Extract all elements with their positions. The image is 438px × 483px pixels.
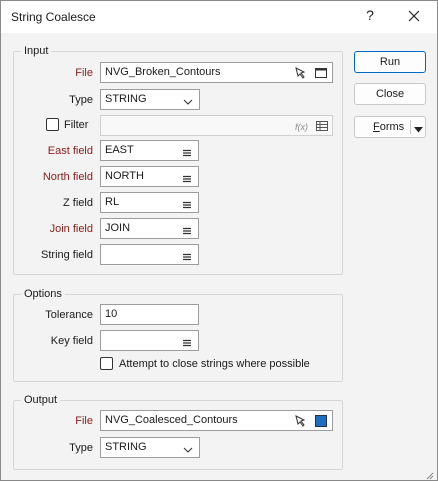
input-file-value: NVG_Broken_Contours [105, 66, 221, 78]
window-title: String Coalesce [11, 10, 96, 24]
output-type-label: Type [69, 442, 93, 454]
output-file-label: File [75, 415, 93, 427]
forms-button[interactable]: Forms [354, 116, 426, 138]
filter-checkbox[interactable] [46, 118, 59, 131]
z-field-label: Z field [63, 197, 93, 209]
north-field-input[interactable]: NORTH [100, 166, 199, 187]
input-type-select[interactable]: STRING [100, 89, 200, 110]
function-icon[interactable]: f(x) [295, 118, 308, 132]
help-button[interactable]: ? [363, 7, 377, 23]
east-field-input[interactable]: EAST [100, 140, 199, 161]
string-coalesce-dialog: String Coalesce ? Input File NVG_Broken_… [0, 0, 438, 481]
output-type-select[interactable]: STRING [100, 437, 200, 458]
chevron-down-icon [183, 443, 193, 453]
z-field-input[interactable]: RL [100, 192, 199, 213]
forms-separator [410, 120, 411, 134]
title-bar: String Coalesce ? [1, 1, 437, 33]
resize-grip-icon[interactable] [426, 469, 434, 480]
close-window-button[interactable] [407, 9, 421, 23]
list-icon[interactable] [182, 198, 192, 209]
run-button[interactable]: Run [354, 51, 426, 73]
list-icon[interactable] [182, 224, 192, 235]
close-strings-label: Attempt to close strings where possible [119, 358, 310, 370]
string-field-label: String field [41, 249, 93, 261]
pointer-icon[interactable] [295, 67, 307, 79]
chevron-down-icon [183, 95, 193, 105]
input-type-label: Type [69, 94, 93, 106]
tolerance-input[interactable]: 10 [100, 304, 199, 325]
tolerance-label: Tolerance [45, 309, 93, 321]
forms-label: Forms [373, 120, 404, 134]
close-button[interactable]: Close [354, 83, 426, 105]
z-field-value: RL [105, 196, 120, 208]
north-field-value: NORTH [105, 170, 144, 182]
output-type-value: STRING [105, 441, 147, 453]
filter-field[interactable]: f(x) [100, 115, 333, 136]
caret-down-icon[interactable] [414, 124, 423, 133]
list-icon[interactable] [182, 336, 192, 347]
key-field-label: Key field [50, 335, 93, 347]
window-icon[interactable] [315, 67, 327, 79]
output-file-field[interactable]: NVG_Coalesced_Contours [100, 410, 333, 431]
join-field-label: Join field [49, 223, 93, 235]
list-icon[interactable] [182, 172, 192, 183]
output-file-value: NVG_Coalesced_Contours [105, 414, 238, 426]
input-file-label: File [75, 67, 93, 79]
grid-icon[interactable] [316, 120, 328, 132]
join-field-input[interactable]: JOIN [100, 218, 199, 239]
options-group-title: Options [21, 287, 65, 301]
east-field-value: EAST [105, 144, 134, 156]
forms-label-rest: orms [379, 121, 405, 133]
string-field-input[interactable] [100, 244, 199, 265]
close-icon [408, 10, 420, 22]
filter-label: Filter [64, 119, 89, 131]
pointer-icon[interactable] [295, 415, 307, 427]
input-type-value: STRING [105, 93, 147, 105]
list-icon[interactable] [182, 146, 192, 157]
list-icon[interactable] [182, 250, 192, 261]
input-group-title: Input [21, 44, 52, 58]
close-strings-checkbox[interactable] [100, 357, 113, 370]
join-field-value: JOIN [105, 222, 131, 234]
input-file-field[interactable]: NVG_Broken_Contours [100, 62, 333, 83]
tolerance-value: 10 [105, 308, 118, 320]
east-field-label: East field [47, 145, 93, 157]
key-field-input[interactable] [100, 330, 199, 351]
output-group-title: Output [21, 393, 61, 407]
input-group: Input [13, 44, 343, 275]
north-field-label: North field [42, 171, 93, 183]
forms-underline-char: F [373, 121, 380, 133]
color-swatch-icon[interactable] [315, 415, 327, 427]
